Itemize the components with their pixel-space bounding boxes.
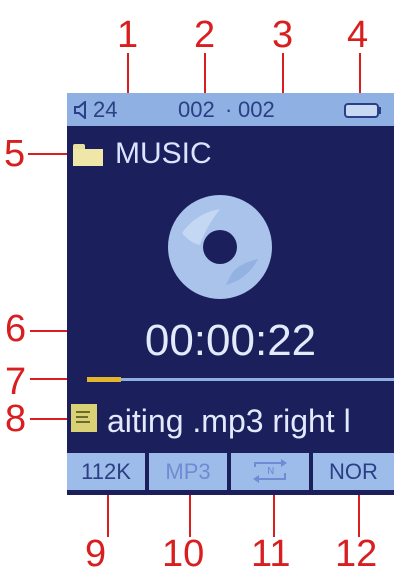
callout-7: 7 (5, 361, 27, 403)
format-indicator: MP3 (149, 453, 227, 490)
disc-icon (168, 195, 272, 299)
callout-3: 3 (272, 14, 294, 56)
callout-line-9 (107, 490, 109, 537)
callout-line-11 (273, 490, 275, 537)
callout-line-12 (358, 490, 360, 537)
progress-bar[interactable] (87, 377, 394, 382)
track-total: 002 (238, 97, 275, 122)
elapsed-time: 00:00:22 (144, 316, 317, 365)
bitrate-indicator: 112K (67, 453, 145, 490)
callout-12: 12 (335, 533, 378, 575)
status-bar: 24 002 · 002 (67, 93, 394, 126)
callout-line-1 (127, 53, 129, 95)
battery-icon (344, 103, 381, 118)
callout-5: 5 (4, 133, 26, 175)
track-separator: · (225, 97, 233, 122)
callout-1: 1 (117, 14, 139, 56)
volume-level: 24 (93, 97, 118, 122)
bottom-bar: 112K MP3 N NOR (67, 453, 394, 490)
callout-line-3 (282, 53, 284, 95)
callout-line-8 (30, 418, 70, 420)
file-icon (71, 404, 97, 432)
callout-11: 11 (251, 533, 291, 575)
callout-2: 2 (194, 14, 216, 56)
progress-fill (87, 377, 121, 382)
callout-line-4 (359, 53, 361, 98)
player-screen: 24 002 · 002 MUSIC 00:00:22 aiting .mp3 … (67, 93, 394, 495)
callout-line-2 (204, 53, 206, 95)
callout-4: 4 (347, 14, 369, 56)
callout-9: 9 (85, 533, 107, 575)
repeat-mode-icon: N (253, 459, 287, 483)
callout-line-10 (189, 490, 191, 537)
callout-8: 8 (5, 398, 27, 440)
speaker-icon (74, 101, 86, 119)
folder-icon (73, 144, 103, 166)
svg-text:N: N (267, 466, 274, 477)
callout-line-5 (28, 153, 70, 155)
track-current: 002 (178, 97, 215, 122)
callout-6: 6 (5, 308, 27, 350)
repeat-mode-indicator[interactable]: N (231, 453, 309, 490)
callout-10: 10 (162, 533, 205, 575)
folder-label: MUSIC (115, 137, 212, 170)
eq-mode-indicator: NOR (313, 453, 394, 490)
file-name: aiting .mp3 right l (107, 403, 351, 439)
